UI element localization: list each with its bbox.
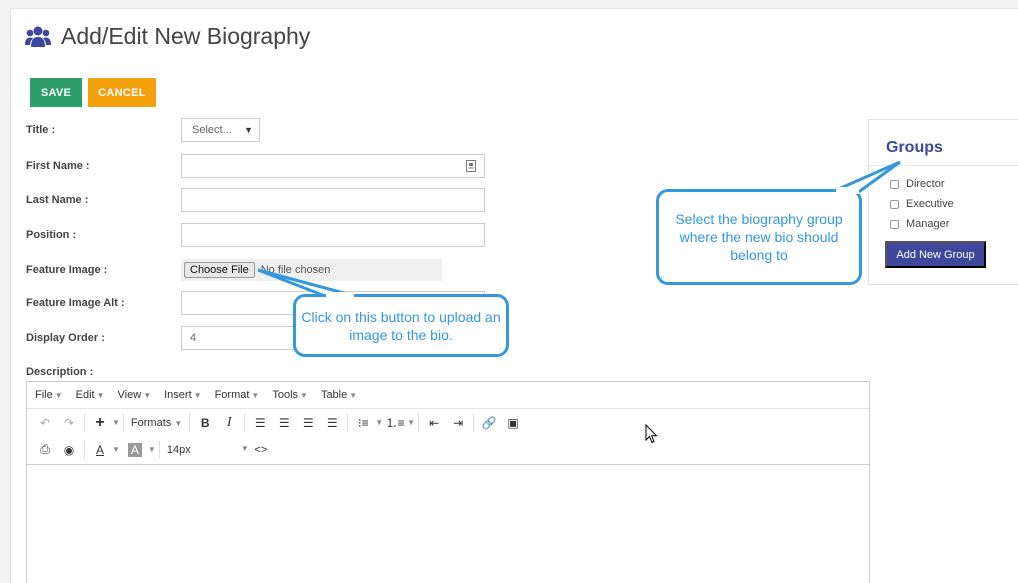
mouse-cursor-icon <box>645 424 658 444</box>
covering-tails <box>326 187 859 299</box>
